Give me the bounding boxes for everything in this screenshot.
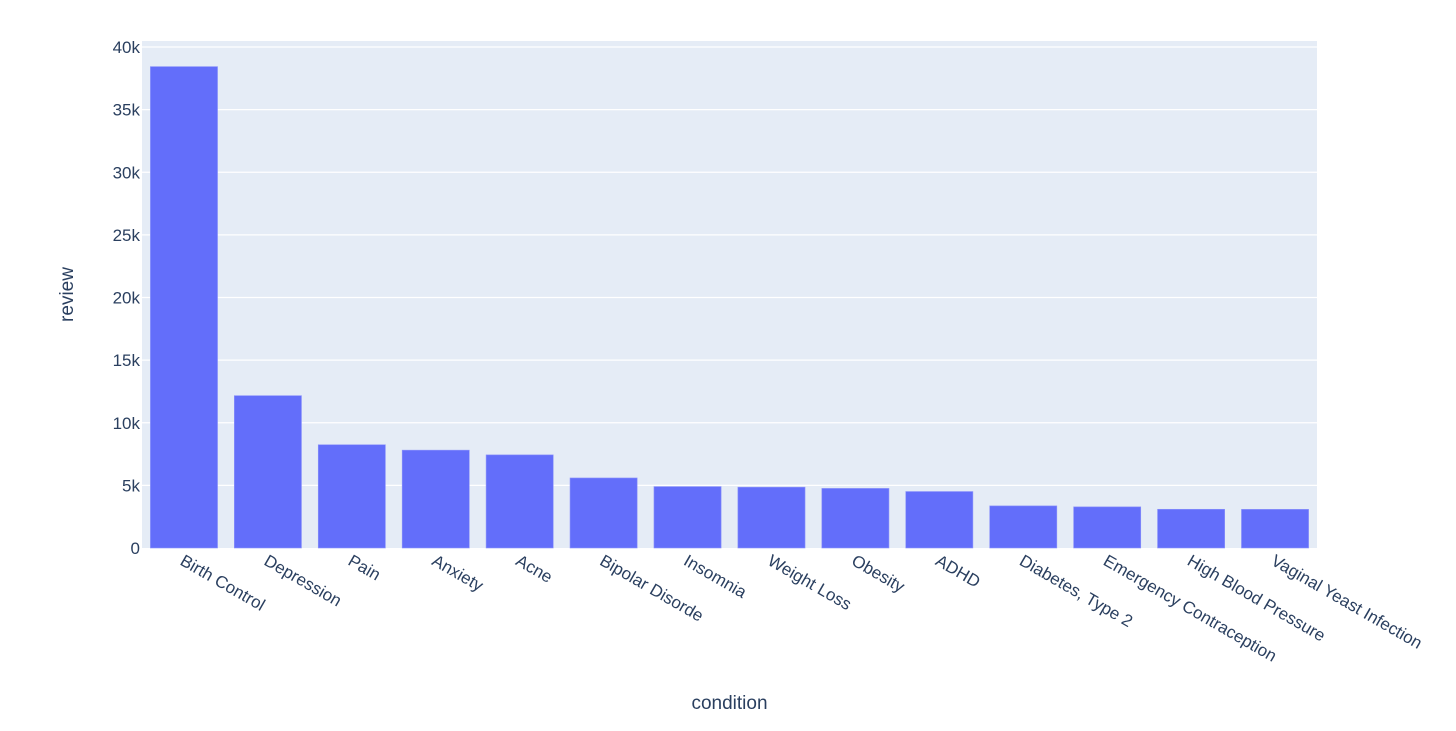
x-tick-label: Pain xyxy=(345,551,384,584)
y-tick-label: 20k xyxy=(113,289,141,308)
y-axis-ticks: 0 5k 10k 15k 20k 25k 30k 35k 40k xyxy=(113,38,141,558)
bar[interactable] xyxy=(401,449,470,549)
bar[interactable] xyxy=(653,486,722,549)
x-tick-label: High Blood Pressure xyxy=(1184,551,1329,645)
bar[interactable] xyxy=(905,491,974,549)
bar[interactable] xyxy=(234,395,302,549)
y-tick-label: 25k xyxy=(113,226,141,245)
bar-chart: 0 5k 10k 15k 20k 25k 30k 35k 40k Birth ControlDe… xyxy=(57,38,1425,714)
x-tick-label: Weight Loss xyxy=(764,551,854,614)
x-tick-label: Obesity xyxy=(848,551,908,597)
bar[interactable] xyxy=(821,488,890,549)
x-axis-title: condition xyxy=(691,693,767,714)
y-tick-label: 15k xyxy=(113,351,141,370)
y-tick-label: 30k xyxy=(113,163,141,182)
y-tick-label: 0 xyxy=(131,539,140,558)
bar[interactable] xyxy=(317,444,386,549)
y-tick-label: 5k xyxy=(122,476,140,495)
y-tick-label: 40k xyxy=(113,38,141,57)
x-tick-label: ADHD xyxy=(932,551,983,592)
x-tick-label: Vaginal Yeast Infection xyxy=(1268,551,1425,653)
bar[interactable] xyxy=(1073,506,1142,549)
y-tick-label: 35k xyxy=(113,101,141,120)
bar[interactable] xyxy=(1157,508,1225,549)
bar[interactable] xyxy=(569,477,638,549)
x-tick-label: Insomnia xyxy=(681,551,751,602)
bar[interactable] xyxy=(485,454,554,549)
bar[interactable] xyxy=(150,66,218,549)
y-axis-title: review xyxy=(57,267,78,322)
bar[interactable] xyxy=(737,486,806,549)
y-tick-label: 10k xyxy=(113,414,141,433)
bar[interactable] xyxy=(1241,509,1309,549)
x-tick-label: Acne xyxy=(513,551,556,587)
x-tick-label: Birth Control xyxy=(177,551,268,615)
bar[interactable] xyxy=(989,505,1058,549)
x-tick-label: Depression xyxy=(261,551,345,610)
x-axis-ticks: Birth ControlDepression Pain Anxiety Acne Bi… xyxy=(177,551,1425,666)
x-tick-label: Anxiety xyxy=(429,551,487,596)
